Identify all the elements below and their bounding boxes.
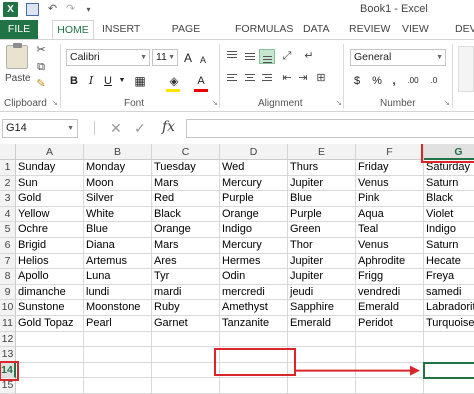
formula-input[interactable] — [186, 119, 474, 138]
font-name-select[interactable]: Calibri ▼ — [66, 49, 150, 66]
number-group-label: Number — [380, 98, 416, 109]
tab-view[interactable]: VIEW — [402, 20, 429, 39]
annotation-arrow-head — [410, 365, 420, 376]
tab-data[interactable]: DATA — [303, 20, 329, 39]
chevron-down-icon: ▼ — [436, 54, 443, 61]
chevron-down-icon[interactable]: ▼ — [118, 73, 126, 89]
ribbon-tabs: FILE HOME INSERT PAGE LAYOUT FORMULAS DA… — [0, 20, 474, 54]
chevron-down-icon: ▼ — [140, 54, 147, 61]
align-center-icon[interactable] — [242, 71, 258, 86]
paste-button[interactable]: Paste — [5, 73, 31, 84]
chevron-down-icon: ▼ — [168, 54, 175, 61]
number-format-select[interactable]: General ▼ — [350, 49, 446, 66]
percent-style-button[interactable]: % — [370, 73, 384, 89]
shrink-font-button[interactable]: A — [198, 52, 208, 68]
tab-file[interactable]: FILE — [0, 20, 38, 39]
font-color-button[interactable]: A — [194, 73, 208, 89]
group-divider — [343, 44, 344, 108]
number-format-value: General — [354, 51, 392, 63]
alignment-group-label: Alignment — [258, 98, 303, 109]
divider — [94, 121, 95, 135]
excel-logo-icon: X — [3, 2, 18, 17]
wrap-text-icon[interactable]: ↵ — [302, 49, 316, 63]
clipboard-group-label: Clipboard — [4, 98, 47, 109]
underline-button[interactable]: U — [102, 73, 114, 89]
save-icon[interactable] — [26, 3, 39, 16]
undo-icon[interactable]: ↶ — [46, 3, 59, 16]
tab-home[interactable]: HOME — [52, 20, 94, 40]
ribbon-home: Paste ✂ ⧉ ✎ Clipboard ↘ Calibri ▼ 11 ▼ A… — [0, 39, 474, 112]
enter-icon[interactable]: ✓ — [134, 120, 146, 137]
insert-function-icon[interactable]: fx — [162, 119, 175, 135]
bottom-align-icon[interactable] — [259, 49, 275, 64]
cut-icon[interactable]: ✂ — [34, 43, 48, 57]
comma-style-button[interactable]: , — [388, 73, 400, 89]
font-size-value: 11 — [156, 51, 167, 63]
tab-insert[interactable]: INSERT — [102, 20, 140, 39]
tab-page-layout[interactable]: PAGE LAYOUT — [152, 20, 220, 54]
paste-icon[interactable] — [6, 43, 28, 69]
group-divider — [60, 44, 61, 108]
middle-align-icon[interactable] — [242, 49, 258, 64]
font-group-label: Font — [124, 98, 145, 109]
chevron-down-icon: ▼ — [67, 125, 74, 132]
fill-color-swatch — [166, 89, 180, 92]
format-painter-icon[interactable]: ✎ — [34, 77, 48, 91]
annotation-arrow — [296, 365, 420, 376]
group-divider — [452, 44, 453, 108]
fill-color-icon[interactable]: ◈ — [166, 73, 182, 89]
bold-button[interactable]: B — [68, 73, 80, 89]
align-left-icon[interactable] — [224, 71, 240, 86]
redo-icon[interactable]: ↷ — [64, 3, 77, 16]
font-size-select[interactable]: 11 ▼ — [152, 49, 178, 66]
group-divider — [219, 44, 220, 108]
clipboard-dialog-launcher-icon[interactable]: ↘ — [52, 100, 59, 107]
name-box[interactable]: G14 ▼ — [2, 119, 78, 138]
tab-developer[interactable]: DEVEL — [455, 20, 474, 39]
conditional-formatting-icon[interactable] — [458, 46, 474, 92]
cancel-icon[interactable]: ✕ — [110, 120, 122, 137]
merge-center-icon[interactable]: ⊞ — [314, 71, 328, 85]
increase-decimal-button[interactable]: .00 — [404, 73, 422, 89]
worksheet-grid: A B C D E F G 1 Sunday Monday Tuesday Wed Thurs Frida… — [0, 144, 474, 394]
number-dialog-launcher-icon[interactable]: ↘ — [444, 100, 451, 107]
formula-bar: G14 ▼ ✕ ✓ fx — [0, 116, 474, 140]
top-align-icon[interactable] — [224, 49, 240, 64]
italic-button[interactable]: I — [86, 73, 96, 89]
name-box-value: G14 — [6, 122, 27, 134]
orientation-icon[interactable]: ⤢ — [280, 49, 294, 63]
grow-font-button[interactable]: A — [182, 50, 194, 66]
decrease-indent-icon[interactable]: ⇤ — [280, 71, 294, 85]
qat-customize-icon[interactable]: ▾ — [82, 3, 95, 16]
increase-indent-icon[interactable]: ⇥ — [296, 71, 310, 85]
currency-format-button[interactable]: $ — [350, 73, 364, 89]
tab-review[interactable]: REVIEW — [349, 20, 390, 39]
window-title: Book1 - Excel — [360, 3, 428, 15]
font-name-value: Calibri — [70, 51, 100, 63]
font-dialog-launcher-icon[interactable]: ↘ — [212, 100, 219, 107]
align-right-icon[interactable] — [259, 71, 275, 86]
copy-icon[interactable]: ⧉ — [34, 60, 48, 74]
title-bar: X ↶ ↷ ▾ Book1 - Excel — [0, 0, 474, 20]
alignment-dialog-launcher-icon[interactable]: ↘ — [336, 100, 343, 107]
tab-formulas[interactable]: FORMULAS — [235, 20, 293, 39]
font-color-swatch — [194, 89, 208, 92]
borders-icon[interactable]: ▦ — [132, 73, 148, 89]
decrease-decimal-button[interactable]: .0 — [426, 73, 442, 89]
